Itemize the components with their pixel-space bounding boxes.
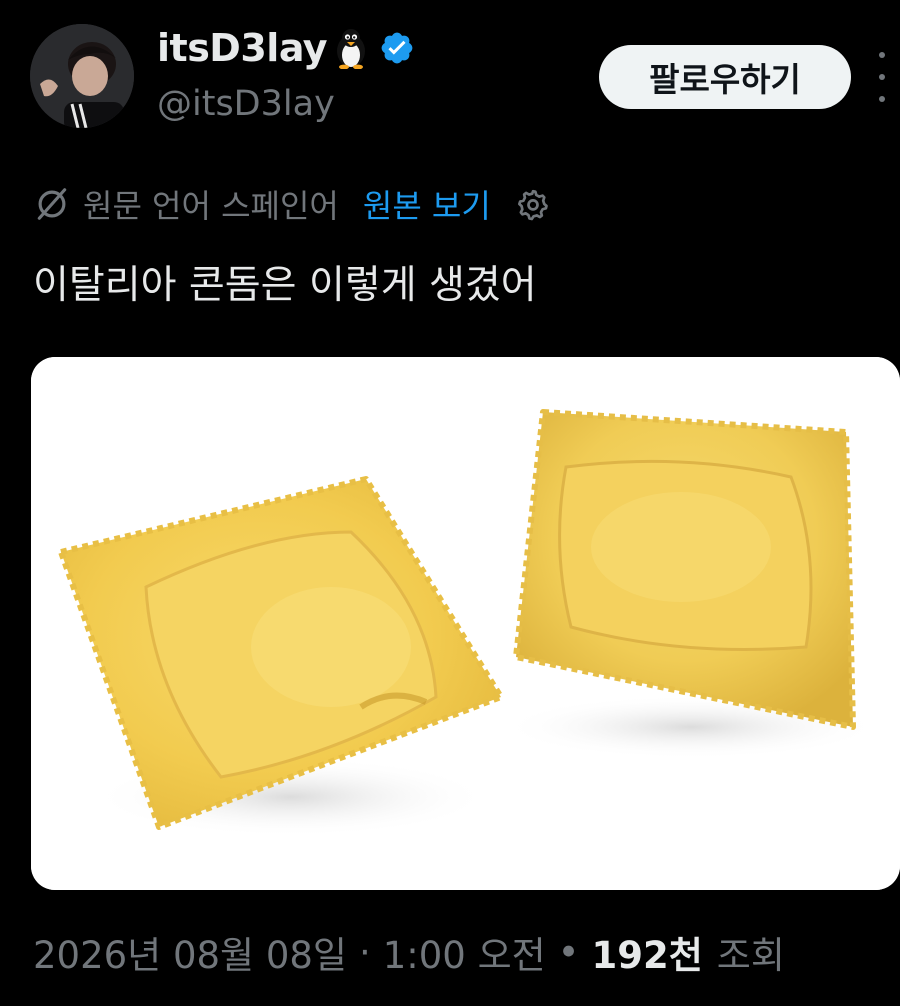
tweet-media-image[interactable] (31, 357, 900, 890)
tweet-date[interactable]: 2026년 08월 08일 (33, 925, 347, 979)
translation-label: 원문 언어 스페인어 (83, 187, 339, 225)
tweet-meta: 2026년 08월 08일 · 1:00 오전 • 192천 조회 (33, 922, 785, 982)
tweet-time[interactable]: 1:00 오전 (383, 925, 546, 979)
show-original-link[interactable]: 원본 보기 (363, 181, 491, 227)
penguin-emoji-icon (337, 29, 366, 69)
ravioli-photo (31, 357, 900, 890)
translation-bar: 원문 언어 스페인어 원본 보기 (33, 178, 551, 230)
tweet-text: 이탈리아 콘돔은 이렇게 생겼어 (33, 263, 537, 308)
meta-separator: · (358, 930, 371, 974)
views-label: 조회 (716, 934, 785, 977)
display-name-row[interactable]: itsD3lay (157, 24, 415, 72)
avatar[interactable] (30, 24, 134, 128)
follow-button[interactable]: 팔로우하기 (599, 45, 851, 109)
views-count[interactable]: 192천 (592, 925, 703, 979)
author-handle[interactable]: @itsD3lay (157, 84, 335, 124)
verified-badge-icon[interactable] (379, 30, 415, 66)
meta-separator: • (557, 930, 580, 974)
more-vertical-icon[interactable] (868, 52, 896, 102)
display-name[interactable]: itsD3lay (157, 26, 328, 70)
gear-icon[interactable] (515, 186, 551, 222)
avatar-image (30, 24, 134, 128)
translate-off-icon (37, 188, 67, 220)
